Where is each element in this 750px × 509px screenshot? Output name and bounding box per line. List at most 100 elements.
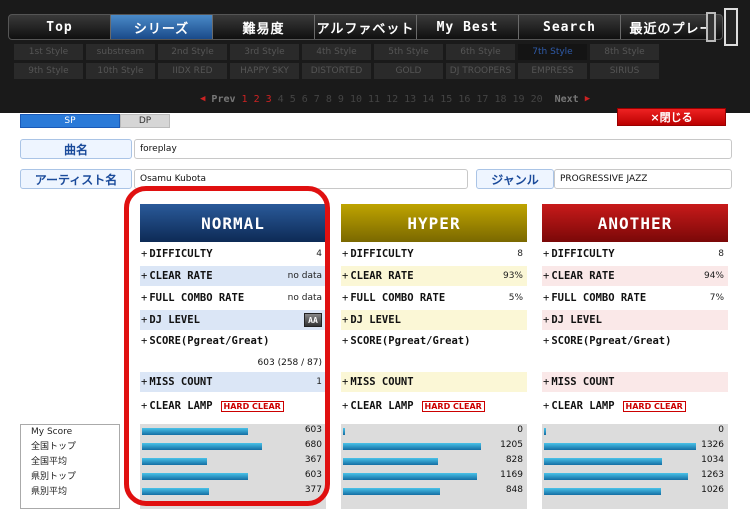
score-bar-row: 848 xyxy=(341,484,527,499)
plus-icon: + xyxy=(342,292,349,304)
style-link-4th-style[interactable]: 4th Style xyxy=(302,44,371,60)
clear-rate-row-label: + CLEAR RATE xyxy=(342,270,414,282)
difficulty-row-label: + DIFFICULTY xyxy=(141,248,213,260)
genre-value: PROGRESSIVE JAZZ xyxy=(554,169,732,189)
style-link-5th-style[interactable]: 5th Style xyxy=(374,44,443,60)
style-link-sirius[interactable]: SIRIUS xyxy=(590,63,659,79)
clear-rate-row-label: + CLEAR RATE xyxy=(141,270,213,282)
plus-icon: + xyxy=(141,270,148,282)
score-bar-fill xyxy=(343,473,477,480)
full-combo-rate-row: + FULL COMBO RATE 7% xyxy=(542,288,728,308)
dp-button[interactable]: DP xyxy=(120,114,170,128)
page-link-16[interactable]: 16 xyxy=(458,94,476,105)
clear-rate-value: no data xyxy=(287,271,322,281)
score-row: + SCORE(Pgreat/Great) xyxy=(542,332,728,370)
page-link-2[interactable]: 2 xyxy=(254,94,266,105)
style-link-3rd-style[interactable]: 3rd Style xyxy=(230,44,299,60)
score-bars-normal: 603 680 367 603 377 xyxy=(140,424,326,509)
score-bar-row: 680 xyxy=(140,439,326,454)
page-link-19[interactable]: 19 xyxy=(513,94,531,105)
score-bar-fill xyxy=(142,443,262,450)
tab-my-best[interactable]: My Best xyxy=(417,15,519,39)
clear-lamp-badge: HARD CLEAR xyxy=(622,400,686,412)
dj-level-row-label: + DJ LEVEL xyxy=(141,314,200,326)
genre-label: ジャンル xyxy=(476,169,554,189)
prev-link[interactable]: Prev xyxy=(211,94,235,105)
page-link-10[interactable]: 10 xyxy=(350,94,368,105)
sp-button[interactable]: SP xyxy=(20,114,120,128)
score-row-labels: My Score 全国トップ 全国平均 県別トップ 県別平均 xyxy=(20,424,120,509)
page-link-4[interactable]: 4 xyxy=(278,94,290,105)
full-combo-rate-row: + FULL COMBO RATE no data xyxy=(140,288,326,308)
score-bar-value: 848 xyxy=(505,485,523,495)
clear-rate-value: 93% xyxy=(502,271,523,281)
page-link-20[interactable]: 20 xyxy=(531,94,543,105)
page-link-12[interactable]: 12 xyxy=(386,94,404,105)
tab-top[interactable]: Top xyxy=(9,15,111,39)
score-bar-fill xyxy=(343,488,440,495)
page-link-18[interactable]: 18 xyxy=(494,94,512,105)
style-link-happy-sky[interactable]: HAPPY SKY xyxy=(230,63,299,79)
style-link-8th-style[interactable]: 8th Style xyxy=(590,44,659,60)
plus-icon: + xyxy=(543,376,550,388)
style-link-dj-troopers[interactable]: DJ TROOPERS xyxy=(446,63,515,79)
style-link-substream[interactable]: substream xyxy=(86,44,155,60)
page-link-14[interactable]: 14 xyxy=(422,94,440,105)
next-arrow-icon[interactable]: ▶ xyxy=(585,94,590,104)
style-link-iidx-red[interactable]: IIDX RED xyxy=(158,63,227,79)
plus-icon: + xyxy=(543,335,550,347)
score-row-label: My Score xyxy=(31,427,73,437)
score-bar-row: 0 xyxy=(542,424,728,439)
score-bar-fill xyxy=(343,443,481,450)
score-bar-fill xyxy=(142,473,248,480)
style-link-empress[interactable]: EMPRESS xyxy=(518,63,587,79)
score-bar-row: 0 xyxy=(341,424,527,439)
plus-icon: + xyxy=(543,292,550,304)
pager: ◀ Prev 1 2 3 4 5 6 7 8 9 10 11 12 13 14 … xyxy=(200,92,590,106)
plus-icon: + xyxy=(543,270,550,282)
tab-search[interactable]: Search xyxy=(519,15,621,39)
score-bar-fill xyxy=(544,428,546,435)
style-link-1st-style[interactable]: 1st Style xyxy=(14,44,83,60)
style-link-6th-style[interactable]: 6th Style xyxy=(446,44,515,60)
full-combo-rate-row-label: + FULL COMBO RATE xyxy=(543,292,647,304)
page-link-8[interactable]: 8 xyxy=(326,94,338,105)
dj-level-row: + DJ LEVEL xyxy=(341,310,527,330)
page-link-9[interactable]: 9 xyxy=(338,94,350,105)
style-link-7th-style[interactable]: 7th Style xyxy=(518,44,587,60)
difficulty-value: 8 xyxy=(718,249,724,259)
tab-series[interactable]: シリーズ xyxy=(111,15,213,39)
score-bar-fill xyxy=(142,488,209,495)
miss-count-row-label: + MISS COUNT xyxy=(543,376,615,388)
clear-lamp-row: + CLEAR LAMP HARD CLEAR xyxy=(140,394,326,418)
score-row-label: 全国平均 xyxy=(31,457,68,467)
page-link-7[interactable]: 7 xyxy=(314,94,326,105)
dj-level-row: + DJ LEVEL xyxy=(542,310,728,330)
tab-difficulty[interactable]: 難易度 xyxy=(213,15,315,39)
score-bar-value: 1326 xyxy=(701,440,724,450)
prev-arrow-icon[interactable]: ◀ xyxy=(200,94,205,104)
next-link[interactable]: Next xyxy=(555,94,579,105)
clear-lamp-row-label: + CLEAR LAMP xyxy=(342,400,414,412)
page-link-6[interactable]: 6 xyxy=(302,94,314,105)
page-link-15[interactable]: 15 xyxy=(440,94,458,105)
style-row-2: 9th Style 10th Style IIDX RED HAPPY SKY DIST… xyxy=(14,63,694,79)
page-link-1[interactable]: 1 xyxy=(242,94,254,105)
close-button[interactable]: ×閉じる xyxy=(617,108,726,126)
score-row-label: 全国トップ xyxy=(31,442,77,452)
score-bars-hyper: 0 1205 828 1169 848 xyxy=(341,424,527,509)
page-link-3[interactable]: 3 xyxy=(266,94,278,105)
tab-alphabet[interactable]: アルファベット xyxy=(315,15,417,39)
style-link-gold[interactable]: GOLD xyxy=(374,63,443,79)
style-link-2nd-style[interactable]: 2nd Style xyxy=(158,44,227,60)
full-combo-rate-value: 5% xyxy=(508,293,523,303)
style-link-9th-style[interactable]: 9th Style xyxy=(14,63,83,79)
style-link-10th-style[interactable]: 10th Style xyxy=(86,63,155,79)
page-link-13[interactable]: 13 xyxy=(404,94,422,105)
dj-level-row-label: + DJ LEVEL xyxy=(543,314,602,326)
page-link-5[interactable]: 5 xyxy=(290,94,302,105)
style-link-distorted[interactable]: DISTORTED xyxy=(302,63,371,79)
chart-normal: NORMAL + DIFFICULTY 4 + CLEAR RATE no data + FUL… xyxy=(140,204,326,418)
page-link-17[interactable]: 17 xyxy=(476,94,494,105)
page-link-11[interactable]: 11 xyxy=(368,94,386,105)
